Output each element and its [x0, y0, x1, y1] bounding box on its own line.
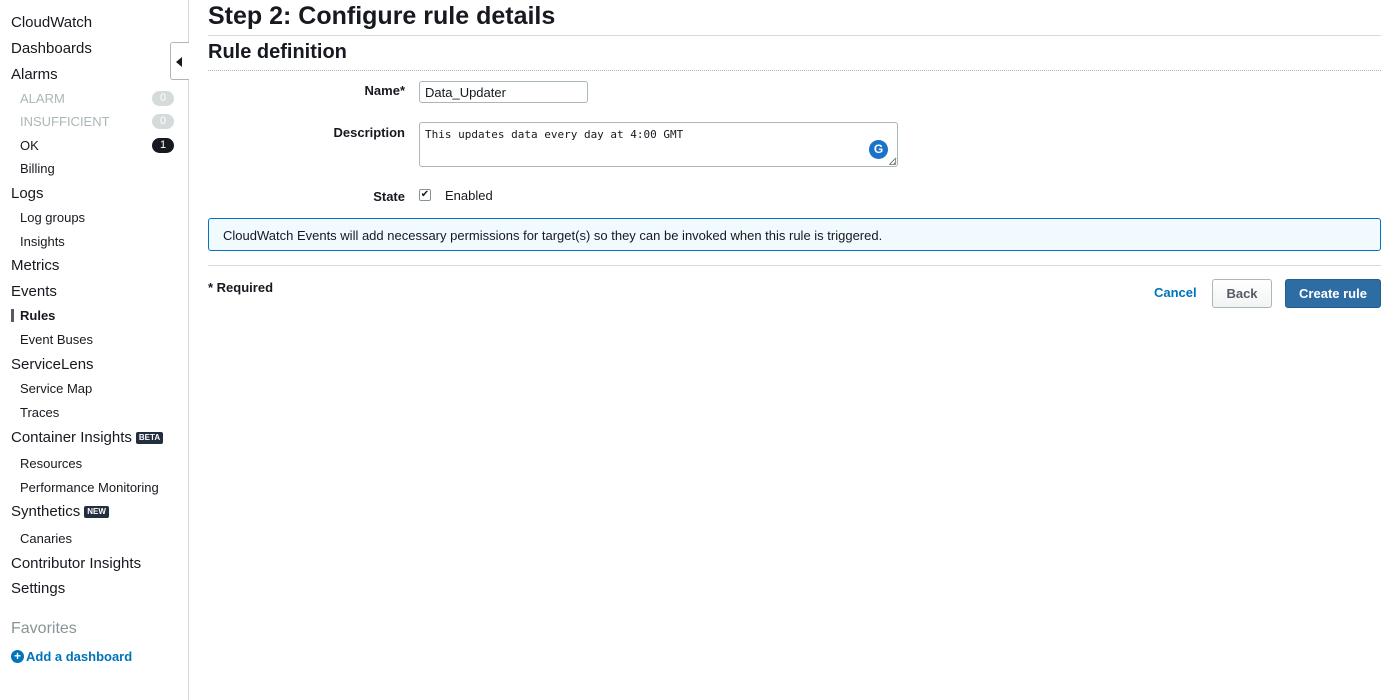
sidebar-item-events[interactable]: Events — [11, 283, 57, 300]
sidebar-item-container-insights[interactable]: Container Insights BETA — [11, 429, 164, 446]
grammarly-icon[interactable]: G — [869, 140, 888, 159]
synthetics-label: Synthetics — [11, 503, 81, 520]
sidebar-item-synthetics[interactable]: Synthetics NEW — [11, 503, 109, 520]
sidebar-item-alarms[interactable]: Alarms — [11, 66, 58, 83]
info-alert: CloudWatch Events will add necessary per… — [208, 218, 1381, 251]
add-dashboard-link[interactable]: + Add a dashboard — [11, 649, 132, 664]
state-label: State — [373, 189, 405, 204]
sidebar-item-contributor-insights[interactable]: Contributor Insights — [11, 555, 141, 572]
info-message: CloudWatch Events will add necessary per… — [223, 228, 883, 243]
add-dashboard-label: Add a dashboard — [26, 649, 133, 664]
sidebar-item-service-map[interactable]: Service Map — [20, 381, 92, 396]
favorites-heading: Favorites — [11, 620, 77, 637]
sidebar-item-settings[interactable]: Settings — [11, 580, 65, 597]
section-title: Rule definition — [208, 41, 347, 63]
new-tag: NEW — [84, 506, 109, 518]
sidebar-item-insufficient[interactable]: INSUFFICIENT — [20, 114, 110, 129]
sidebar-item-performance-monitoring[interactable]: Performance Monitoring — [20, 480, 159, 495]
sidebar-item-rules[interactable]: Rules — [20, 308, 55, 323]
container-insights-label: Container Insights — [11, 429, 132, 446]
create-rule-button[interactable]: Create rule — [1285, 279, 1381, 308]
enabled-checkbox[interactable]: ✔ — [419, 189, 431, 201]
page-title: Step 2: Configure rule details — [208, 2, 556, 30]
sidebar-item-dashboards[interactable]: Dashboards — [11, 40, 92, 57]
description-label: Description — [333, 125, 405, 140]
sidebar-item-resources[interactable]: Resources — [20, 456, 82, 471]
sidebar-item-cloudwatch[interactable]: CloudWatch — [11, 14, 92, 31]
ok-count-badge: 1 — [152, 138, 174, 153]
sidebar-item-insights[interactable]: Insights — [20, 234, 65, 249]
plus-circle-icon: + — [11, 650, 24, 663]
resize-grip-icon[interactable] — [889, 158, 896, 165]
sidebar-item-logs[interactable]: Logs — [11, 185, 44, 202]
collapse-sidebar-button[interactable] — [170, 42, 189, 80]
description-field[interactable]: This updates data every day at 4:00 GMT — [419, 122, 898, 167]
active-indicator — [11, 309, 14, 322]
caret-left-icon — [176, 57, 182, 67]
sidebar-item-billing[interactable]: Billing — [20, 161, 55, 176]
beta-tag: BETA — [135, 432, 164, 444]
sidebar-item-event-buses[interactable]: Event Buses — [20, 332, 93, 347]
sidebar-nav: CloudWatch Dashboards Alarms ALARM 0 INS… — [0, 0, 189, 700]
alarm-count-badge: 0 — [152, 91, 174, 106]
title-divider — [208, 35, 1381, 36]
sidebar-item-canaries[interactable]: Canaries — [20, 531, 72, 546]
sidebar-item-traces[interactable]: Traces — [20, 405, 59, 420]
sidebar-item-metrics[interactable]: Metrics — [11, 257, 59, 274]
name-label: Name* — [364, 83, 405, 98]
sidebar-item-ok[interactable]: OK — [20, 138, 39, 153]
sidebar-item-servicelens[interactable]: ServiceLens — [11, 356, 94, 373]
cancel-button[interactable]: Cancel — [1154, 285, 1197, 300]
enabled-label: Enabled — [445, 188, 493, 203]
back-button[interactable]: Back — [1212, 279, 1272, 308]
name-field[interactable] — [419, 81, 588, 103]
section-divider — [208, 70, 1381, 71]
sidebar-item-log-groups[interactable]: Log groups — [20, 210, 85, 225]
sidebar-item-alarm-state[interactable]: ALARM — [20, 91, 65, 106]
required-note: * Required — [208, 280, 274, 295]
footer-divider — [208, 265, 1381, 266]
insufficient-count-badge: 0 — [152, 114, 174, 129]
